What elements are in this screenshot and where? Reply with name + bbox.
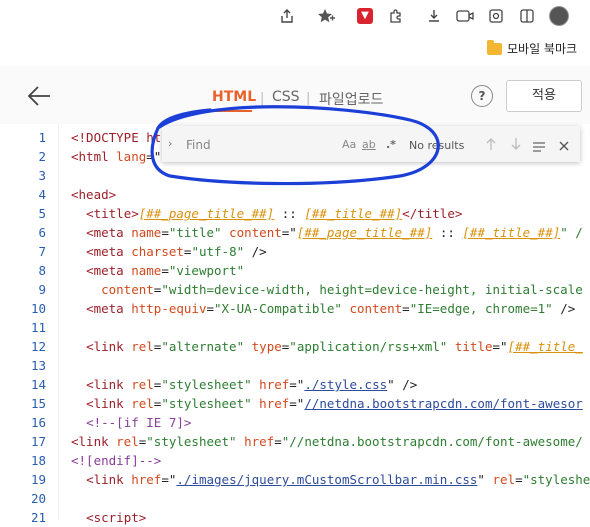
code-line[interactable]: 17 <link rel="stylesheet" href="//netdna.… [0,432,590,451]
tab-css[interactable]: CSS [272,89,300,105]
back-arrow-icon[interactable] [26,84,52,108]
line-number: 3 [38,168,46,183]
code-line[interactable]: 7 <meta charset="utf-8" /> [0,242,590,261]
screen-record-icon[interactable] [455,6,475,26]
line-number: 6 [38,225,46,240]
code-line[interactable]: 12 <link rel="alternate" type="applicati… [0,337,590,356]
code-line[interactable]: 16 <!--[if IE 7]> [0,413,590,432]
find-status: No results [409,139,465,152]
code-line[interactable]: 6 <meta name="title" content="[##_page_t… [0,223,590,242]
split-view-icon[interactable] [517,6,537,26]
code-text: <link rel="stylesheet" href="./style.css… [86,377,418,392]
code-text: <script> [86,510,147,525]
arrow-up-icon[interactable] [485,136,497,155]
code-line[interactable]: 5 <title>[##_page_title_##] :: [##_title… [0,204,590,223]
tab-separator: | [260,91,265,106]
find-in-selection-icon[interactable] [532,138,546,157]
code-text: <link rel="stylesheet" href="//netdna.bo… [71,434,583,449]
apply-button[interactable]: 적용 [506,80,582,112]
extensions-puzzle-icon[interactable] [386,6,406,26]
code-text: <!DOCTYPE ht [71,130,162,145]
code-line[interactable]: 3 [0,166,590,185]
share-icon[interactable] [277,6,297,26]
line-number: 16 [30,415,46,430]
code-line[interactable]: 9 content="width=device-width, height=de… [0,280,590,299]
line-number: 12 [30,339,46,354]
code-text: <meta name="viewport" [86,263,245,278]
code-line[interactable]: 18 <![endif]--> [0,451,590,470]
line-number: 15 [30,396,46,411]
line-number: 18 [30,453,46,468]
tab-html[interactable]: HTML [212,89,256,105]
line-number: 10 [30,301,46,316]
code-text: <title>[##_page_title_##] :: [##_title_#… [86,206,463,221]
code-line[interactable]: 10 <meta http-equiv="X-UA-Compatible" co… [0,299,590,318]
line-number: 7 [38,244,46,259]
line-number: 2 [38,149,46,164]
active-tab-indicator [210,110,252,112]
code-text: <html lang=" [71,149,162,164]
line-number: 21 [30,510,46,525]
code-text: <![endif]--> [71,453,162,468]
line-number: 5 [38,206,46,221]
tab-separator: | [306,91,311,106]
profile-avatar-icon[interactable] [549,6,569,26]
code-text: <meta name="title" content="[##_page_tit… [86,225,583,240]
download-icon[interactable] [424,6,444,26]
regex-icon[interactable]: .* [386,138,396,151]
code-line[interactable]: 14 <link rel="stylesheet" href="./style.… [0,375,590,394]
help-icon[interactable]: ? [471,85,493,107]
code-line[interactable]: 21 <script> [0,508,590,527]
line-number: 20 [30,491,46,506]
code-line[interactable]: 15 <link rel="stylesheet" href="//netdna… [0,394,590,413]
line-number: 14 [30,377,46,392]
add-favorite-icon[interactable] [316,6,336,26]
line-number: 4 [38,187,46,202]
find-input[interactable]: Find [186,138,211,152]
code-text: <meta charset="utf-8" /> [86,244,267,259]
match-case-icon[interactable]: Aa [342,138,356,151]
code-text: <link rel="alternate" type="application/… [86,339,583,354]
code-text: <link href="./images/jquery.mCustomScrol… [86,472,590,487]
code-text: <link rel="stylesheet" href="//netdna.bo… [86,396,583,411]
code-line[interactable]: 13 [0,356,590,375]
code-text: <head> [71,187,117,202]
line-number: 13 [30,358,46,373]
line-number: 17 [30,434,46,449]
whole-word-icon[interactable]: ab [362,138,376,151]
line-number: 11 [30,320,46,335]
code-line[interactable]: 20 [0,489,590,508]
close-icon[interactable] [558,137,570,156]
code-text: <!--[if IE 7]> [86,415,192,430]
extension-red-icon[interactable]: ▼ [355,6,375,26]
code-text: content="width=device-width, height=devi… [101,282,583,297]
folder-icon [487,40,502,55]
line-number: 1 [38,130,46,145]
arrow-down-icon[interactable] [510,136,522,155]
tab-file-upload[interactable]: 파일업로드 [319,89,383,109]
line-number: 9 [38,282,46,297]
code-line[interactable]: 19 <link href="./images/jquery.mCustomSc… [0,470,590,489]
screenshot-icon[interactable] [486,6,506,26]
browser-toolbar: ▼ [0,0,590,32]
chevron-right-icon[interactable]: › [168,137,172,150]
code-line[interactable]: 8 <meta name="viewport" [0,261,590,280]
line-number: 19 [30,472,46,487]
line-number: 8 [38,263,46,278]
code-line[interactable]: 11 [0,318,590,337]
bookmark-mobile[interactable]: 모바일 북마크 [507,40,577,57]
code-line[interactable]: 4 <head> [0,185,590,204]
code-text: <meta http-equiv="X-UA-Compatible" conte… [86,301,576,316]
